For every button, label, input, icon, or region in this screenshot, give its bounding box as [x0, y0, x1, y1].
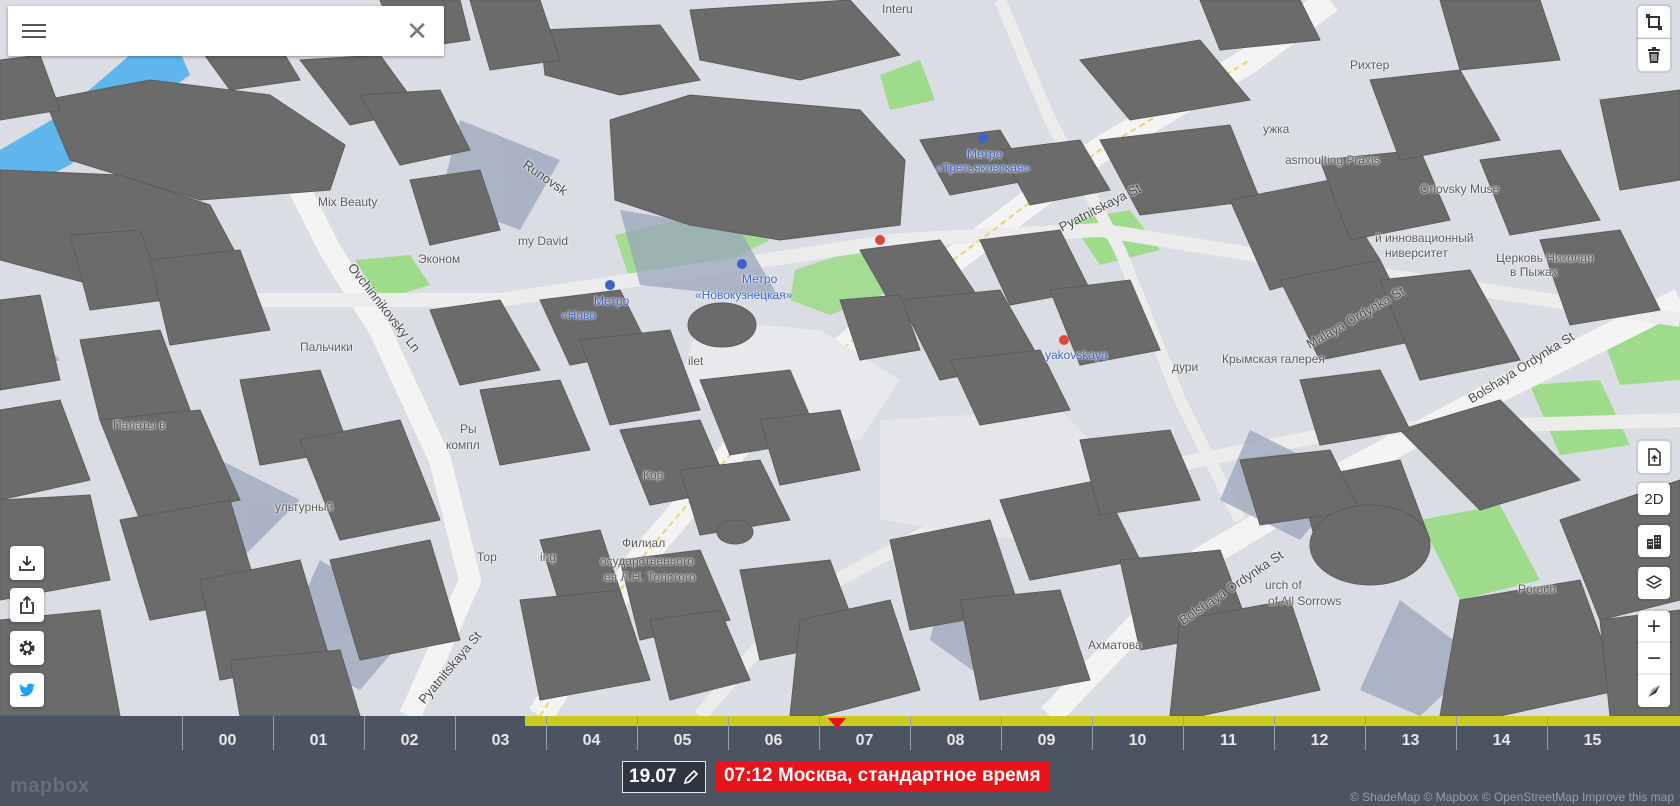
- hour-label[interactable]: 04: [546, 732, 637, 750]
- attribution[interactable]: © ShadeMap © Mapbox © OpenStreetMap Impr…: [1350, 790, 1674, 804]
- settings-gear-icon[interactable]: [10, 631, 44, 665]
- buildings-icon[interactable]: [1638, 525, 1670, 557]
- hour-label[interactable]: 06: [728, 732, 819, 750]
- hour-label[interactable]: 09: [1001, 732, 1092, 750]
- hour-label[interactable]: 10: [1092, 732, 1183, 750]
- mode-2d-button[interactable]: 2D: [1638, 483, 1670, 515]
- zoom-out-button[interactable]: −: [1638, 643, 1670, 675]
- hour-label[interactable]: 01: [273, 732, 364, 750]
- daylight-bar: [525, 716, 1680, 726]
- share-icon[interactable]: [10, 588, 44, 622]
- date-value: 19.07: [629, 766, 677, 787]
- hour-label[interactable]: 03: [455, 732, 546, 750]
- trash-icon[interactable]: [1638, 39, 1670, 71]
- search-input[interactable]: [60, 18, 394, 46]
- menu-icon[interactable]: [22, 20, 46, 42]
- square-selection-icon[interactable]: [1638, 6, 1670, 38]
- download-icon[interactable]: [10, 546, 44, 580]
- timeline-panel[interactable]: 00 01 02 03 04 05 06 07 08 09 10 11 12 13 14 15 19.07 0…: [0, 716, 1680, 806]
- zoom-in-button[interactable]: +: [1638, 611, 1670, 643]
- hour-label[interactable]: 08: [910, 732, 1001, 750]
- hour-label[interactable]: 02: [364, 732, 455, 750]
- upload-file-icon[interactable]: [1638, 441, 1670, 473]
- hour-label[interactable]: 15: [1547, 732, 1638, 750]
- hour-label[interactable]: 13: [1365, 732, 1456, 750]
- time-label[interactable]: 07:12 Москва, стандартное время: [716, 761, 1049, 791]
- hour-label[interactable]: 11: [1183, 732, 1274, 750]
- hour-label[interactable]: 00: [182, 732, 273, 750]
- compass-icon[interactable]: [1638, 675, 1670, 707]
- hour-label[interactable]: 05: [637, 732, 728, 750]
- hour-label[interactable]: 07: [819, 732, 910, 750]
- time-marker[interactable]: [828, 718, 847, 729]
- map-canvas[interactable]: Метро «Новокузнецкая» Метро «Ново Метро …: [0, 0, 1680, 716]
- close-icon[interactable]: ✕: [406, 18, 428, 44]
- pencil-icon: [683, 769, 698, 785]
- hour-label[interactable]: 12: [1274, 732, 1365, 750]
- layers-icon[interactable]: [1638, 567, 1670, 599]
- search-panel: ✕: [8, 6, 444, 56]
- hour-label[interactable]: 14: [1456, 732, 1547, 750]
- date-button[interactable]: 19.07: [622, 761, 706, 793]
- twitter-icon[interactable]: [10, 673, 44, 707]
- mapbox-logo[interactable]: mapbox: [10, 775, 90, 798]
